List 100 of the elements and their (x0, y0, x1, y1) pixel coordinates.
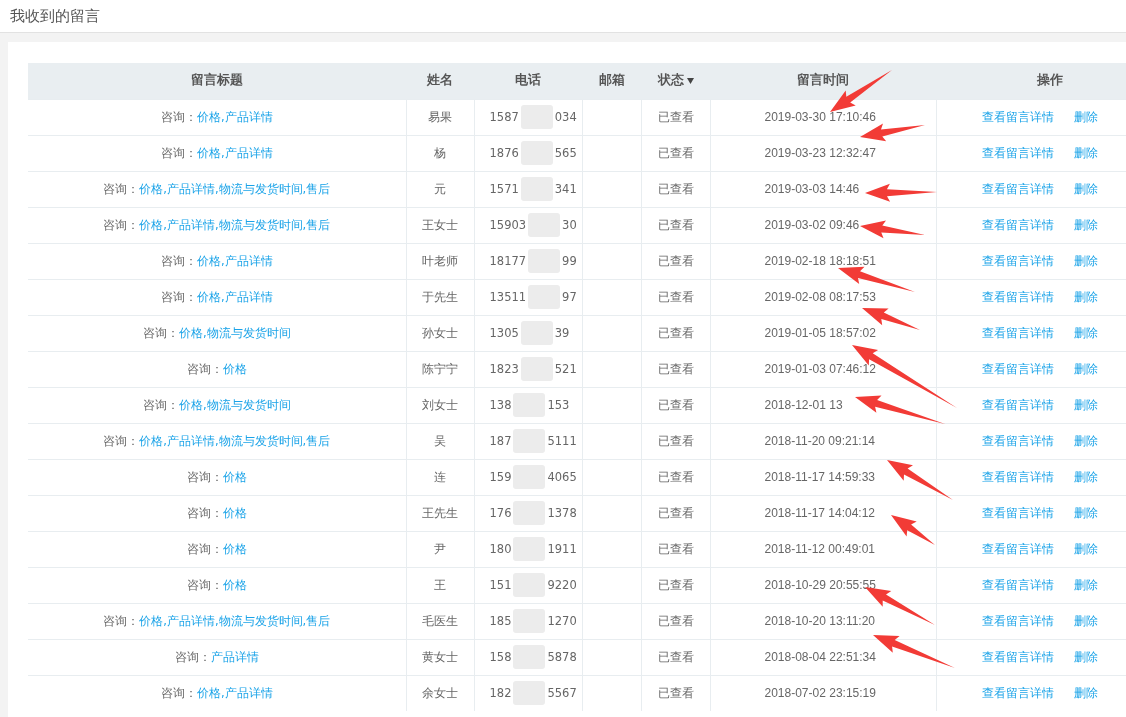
phone-suffix: 153 (547, 398, 570, 412)
time-cell: 2018-08-04 22:51:34 (764, 650, 876, 664)
topic-link[interactable]: 价格,产品详情,物流与发货时间,售后 (139, 433, 331, 449)
name-cell: 刘女士 (422, 397, 458, 412)
delete-link[interactable]: 删除 (1074, 433, 1099, 449)
status-cell: 已查看 (657, 433, 694, 448)
delete-link[interactable]: 删除 (1074, 181, 1099, 197)
view-details-link[interactable]: 查看留言详情 (982, 109, 1055, 125)
column-header: 留言时间 (797, 72, 849, 90)
view-details-link[interactable]: 查看留言详情 (982, 613, 1055, 629)
phone-suffix: 97 (562, 290, 577, 304)
time-cell: 2019-01-03 07:46:12 (764, 362, 876, 376)
view-details-link[interactable]: 查看留言详情 (982, 541, 1055, 557)
phone-suffix: 1911 (547, 542, 577, 556)
name-cell: 孙女士 (422, 325, 458, 340)
status-cell: 已查看 (657, 217, 694, 232)
name-cell: 王女士 (422, 217, 458, 232)
delete-link[interactable]: 删除 (1074, 361, 1099, 377)
phone-prefix: 158 (489, 650, 512, 664)
phone-prefix: 138 (489, 398, 512, 412)
status-cell: 已查看 (657, 541, 694, 556)
view-details-link[interactable]: 查看留言详情 (982, 397, 1055, 413)
topic-link[interactable]: 价格,物流与发货时间 (178, 325, 291, 341)
delete-link[interactable]: 删除 (1074, 469, 1099, 485)
delete-link[interactable]: 删除 (1074, 217, 1099, 233)
name-cell: 王先生 (422, 505, 458, 520)
topic-link[interactable]: 价格 (222, 505, 247, 521)
name-cell: 吴 (434, 433, 446, 448)
delete-link[interactable]: 删除 (1074, 577, 1099, 593)
name-cell: 元 (434, 181, 446, 196)
view-details-link[interactable]: 查看留言详情 (982, 577, 1055, 593)
topic-link[interactable]: 产品详情 (210, 649, 259, 665)
topic-link[interactable]: 价格 (222, 541, 247, 557)
view-details-link[interactable]: 查看留言详情 (982, 433, 1055, 449)
topic-link[interactable]: 价格,产品详情 (196, 253, 273, 269)
status-cell: 已查看 (657, 685, 694, 700)
topic-link[interactable]: 价格,产品详情,物流与发货时间,售后 (139, 217, 331, 233)
delete-link[interactable]: 删除 (1074, 145, 1099, 161)
delete-link[interactable]: 删除 (1074, 541, 1099, 557)
phone-suffix: 99 (562, 254, 577, 268)
inquiry-label: 咨询： (186, 541, 223, 557)
view-details-link[interactable]: 查看留言详情 (982, 181, 1055, 197)
topic-link[interactable]: 价格,物流与发货时间 (178, 397, 291, 413)
phone-suffix: 521 (554, 362, 577, 376)
phone-prefix: 13511 (489, 290, 527, 304)
sort-caret-icon[interactable] (686, 77, 694, 85)
inquiry-label: 咨询： (174, 649, 211, 665)
status-cell: 已查看 (657, 181, 694, 196)
topic-link[interactable]: 价格 (222, 469, 247, 485)
status-cell: 已查看 (657, 325, 694, 340)
time-cell: 2019-01-05 18:57:02 (764, 326, 876, 340)
name-cell: 叶老师 (422, 253, 458, 268)
view-details-link[interactable]: 查看留言详情 (982, 361, 1055, 377)
column-header: 操作 (1037, 72, 1063, 90)
phone-suffix: 30 (562, 218, 577, 232)
phone-prefix: 182 (489, 686, 512, 700)
column-header: 邮箱 (598, 72, 625, 90)
name-cell: 尹 (434, 541, 446, 556)
column-header[interactable]: 状态 (657, 72, 684, 90)
name-cell: 黄女士 (422, 649, 458, 664)
column-header: 留言标题 (191, 72, 243, 90)
delete-link[interactable]: 删除 (1074, 325, 1099, 341)
name-cell: 毛医生 (422, 613, 458, 628)
topic-link[interactable]: 价格,产品详情 (196, 685, 273, 701)
topic-link[interactable]: 价格 (222, 577, 247, 593)
delete-link[interactable]: 删除 (1074, 397, 1099, 413)
page-title: 我收到的留言 (10, 6, 100, 26)
delete-link[interactable]: 删除 (1074, 253, 1099, 269)
phone-prefix: 1823 (489, 362, 519, 376)
view-details-link[interactable]: 查看留言详情 (982, 289, 1055, 305)
view-details-link[interactable]: 查看留言详情 (982, 217, 1055, 233)
view-details-link[interactable]: 查看留言详情 (982, 253, 1055, 269)
status-cell: 已查看 (657, 289, 694, 304)
view-details-link[interactable]: 查看留言详情 (982, 469, 1055, 485)
delete-link[interactable]: 删除 (1074, 649, 1099, 665)
topic-link[interactable]: 价格,产品详情,物流与发货时间,售后 (139, 613, 331, 629)
topic-link[interactable]: 价格,产品详情 (196, 289, 273, 305)
topic-link[interactable]: 价格,产品详情,物流与发货时间,售后 (139, 181, 331, 197)
view-details-link[interactable]: 查看留言详情 (982, 685, 1055, 701)
topic-link[interactable]: 价格 (222, 361, 247, 377)
status-cell: 已查看 (657, 577, 694, 592)
inquiry-label: 咨询： (186, 361, 223, 377)
name-cell: 余女士 (422, 685, 458, 700)
topic-link[interactable]: 价格,产品详情 (196, 145, 273, 161)
view-details-link[interactable]: 查看留言详情 (982, 649, 1055, 665)
delete-link[interactable]: 删除 (1074, 109, 1099, 125)
delete-link[interactable]: 删除 (1074, 685, 1099, 701)
delete-link[interactable]: 删除 (1074, 505, 1099, 521)
delete-link[interactable]: 删除 (1074, 613, 1099, 629)
view-details-link[interactable]: 查看留言详情 (982, 505, 1055, 521)
delete-link[interactable]: 删除 (1074, 289, 1099, 305)
inquiry-label: 咨询： (103, 433, 140, 449)
time-cell: 2019-02-08 08:17:53 (764, 290, 876, 304)
view-details-link[interactable]: 查看留言详情 (982, 325, 1055, 341)
time-cell: 2018-07-02 23:15:19 (764, 686, 876, 700)
view-details-link[interactable]: 查看留言详情 (982, 145, 1055, 161)
status-cell: 已查看 (657, 109, 694, 124)
time-cell: 2018-10-20 13:11:20 (764, 614, 876, 628)
name-cell: 于先生 (422, 289, 458, 304)
topic-link[interactable]: 价格,产品详情 (196, 109, 273, 125)
